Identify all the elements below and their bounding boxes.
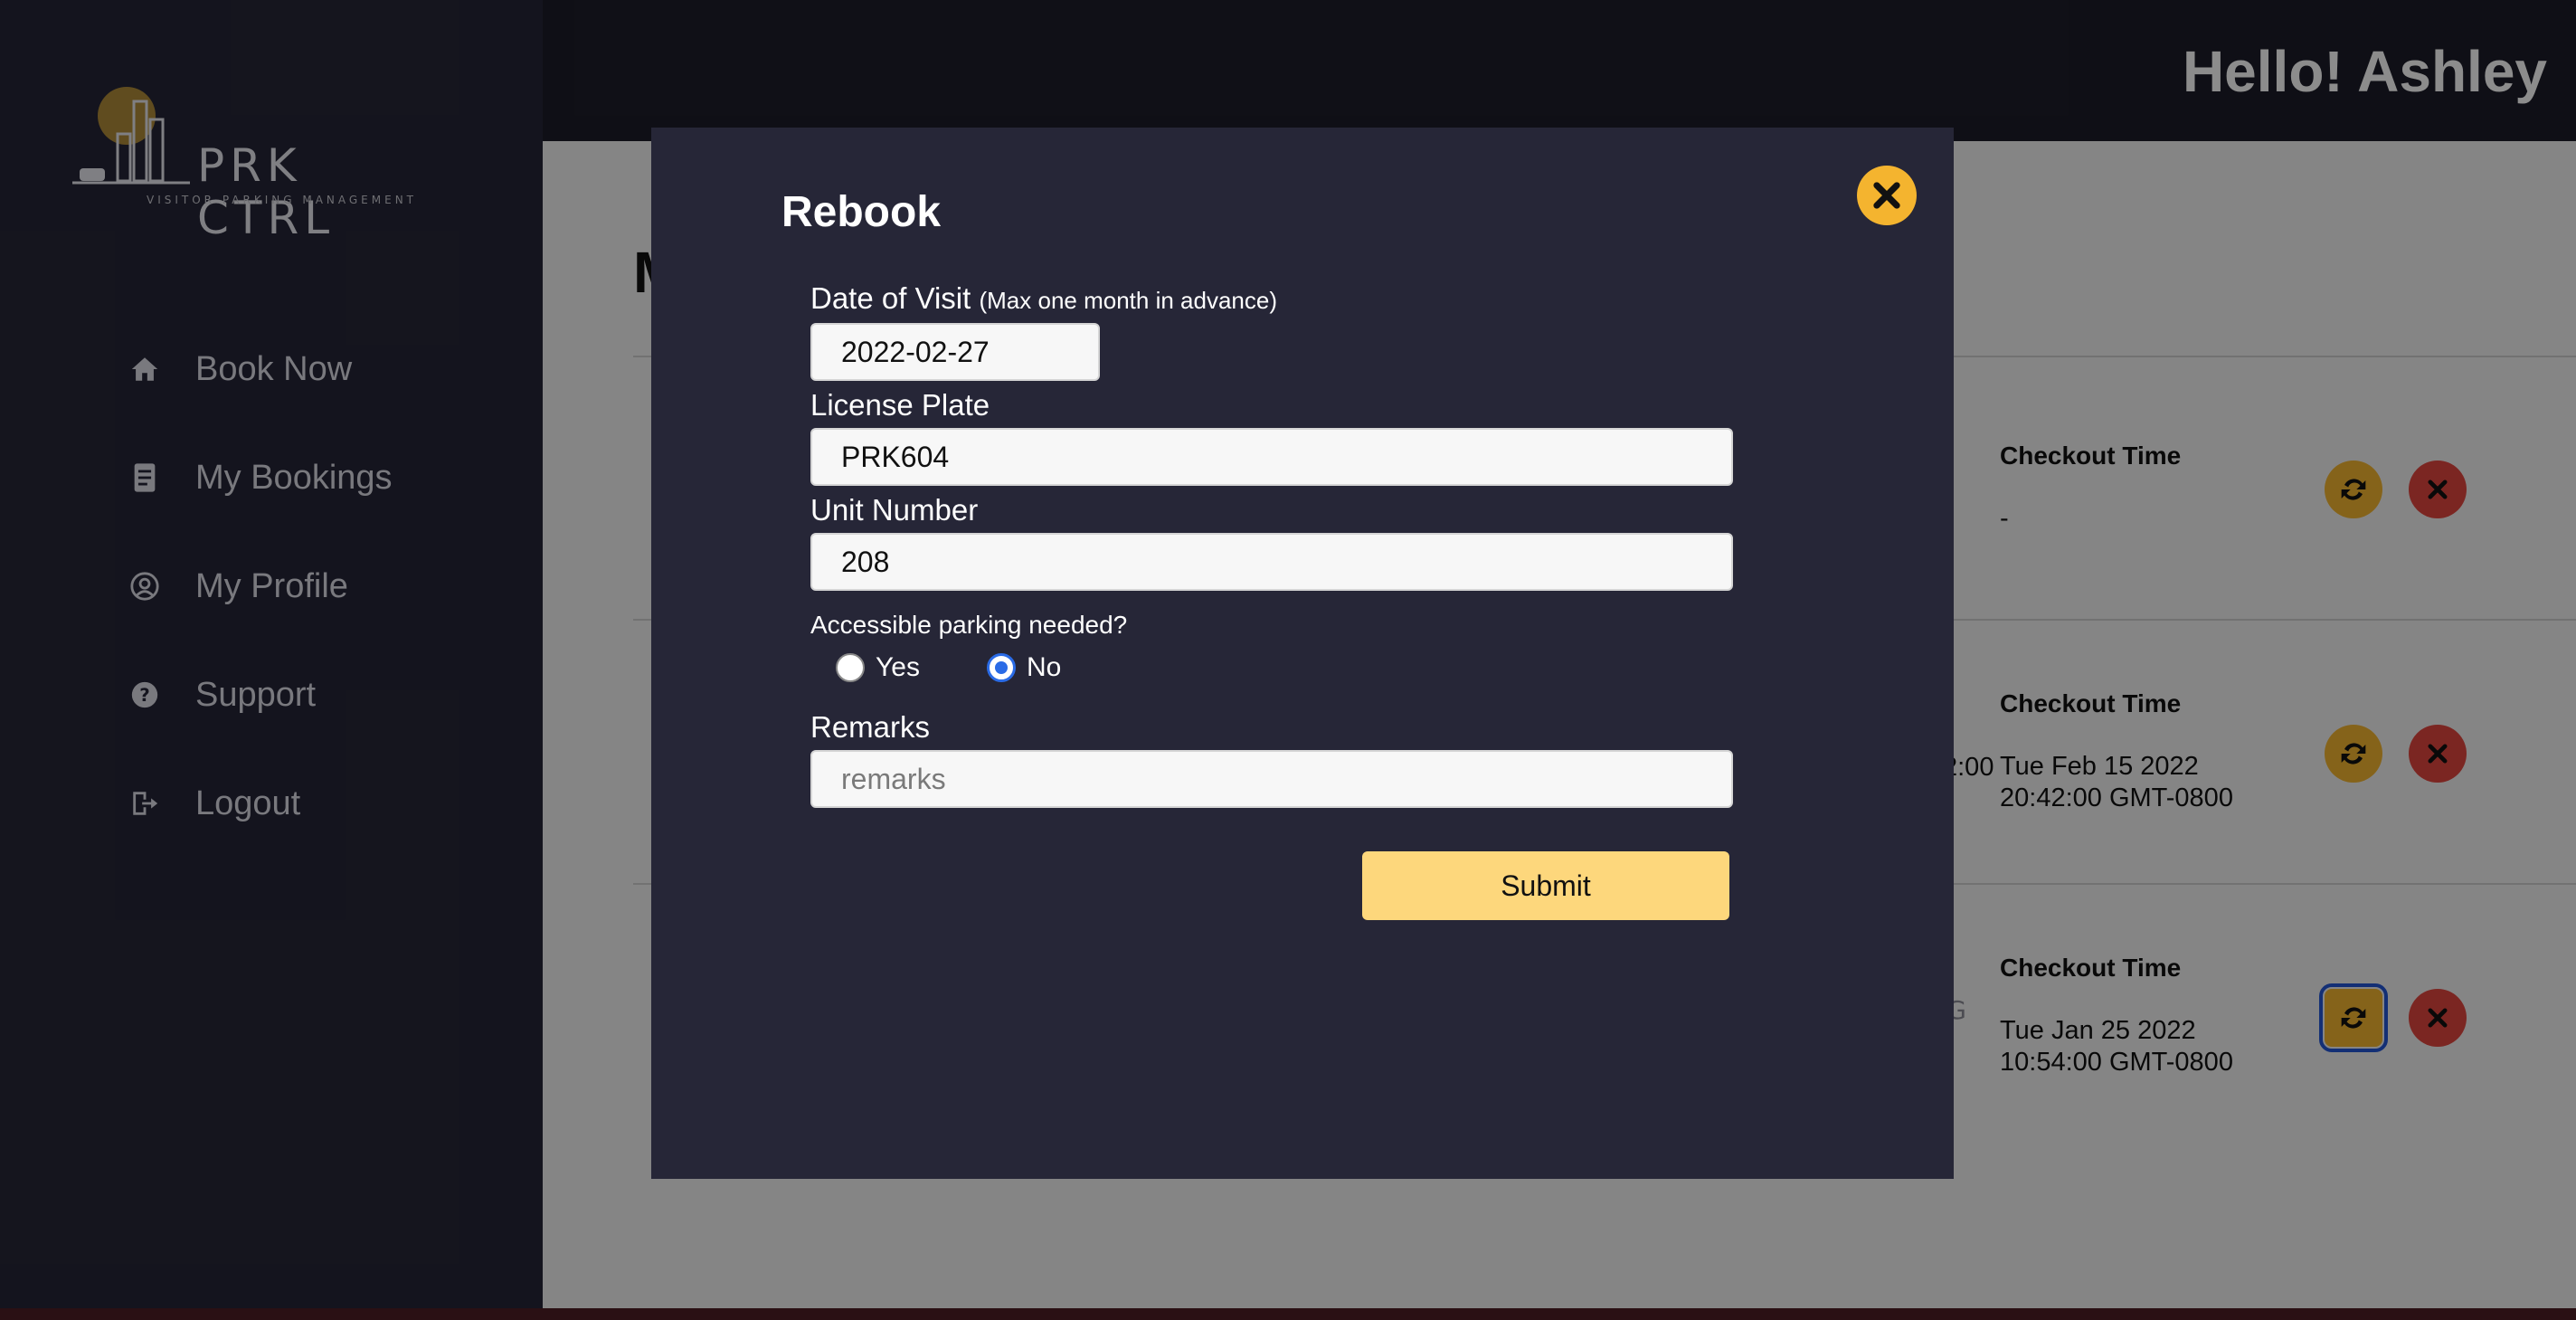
license-plate-label: License Plate xyxy=(810,388,990,422)
rebook-form: Date of Visit (Max one month in advance)… xyxy=(810,281,1733,808)
window-bottom-edge xyxy=(0,1308,2576,1320)
remarks-label: Remarks xyxy=(810,710,931,744)
unit-number-input[interactable] xyxy=(810,533,1733,591)
accessible-no-label[interactable]: No xyxy=(1027,652,1061,683)
accessible-parking-label: Accessible parking needed? xyxy=(810,611,1128,639)
date-of-visit-label-text: Date of Visit xyxy=(810,281,971,315)
submit-button[interactable]: Submit xyxy=(1362,851,1729,920)
accessible-parking-options: Yes No xyxy=(836,652,1733,683)
unit-number-label: Unit Number xyxy=(810,493,979,527)
date-of-visit-label: Date of Visit (Max one month in advance) xyxy=(810,281,1733,316)
close-modal-button[interactable] xyxy=(1857,166,1917,225)
date-of-visit-hint: (Max one month in advance) xyxy=(979,287,1277,314)
accessible-yes-label[interactable]: Yes xyxy=(876,652,920,683)
date-of-visit-input[interactable] xyxy=(810,323,1100,381)
license-plate-input[interactable] xyxy=(810,428,1733,486)
accessible-yes-radio[interactable] xyxy=(836,653,865,682)
close-icon xyxy=(1873,182,1900,209)
remarks-input[interactable] xyxy=(810,750,1733,808)
rebook-modal: Rebook Date of Visit (Max one month in a… xyxy=(651,128,1954,1179)
accessible-no-radio[interactable] xyxy=(986,653,1016,682)
modal-title: Rebook xyxy=(781,188,942,236)
